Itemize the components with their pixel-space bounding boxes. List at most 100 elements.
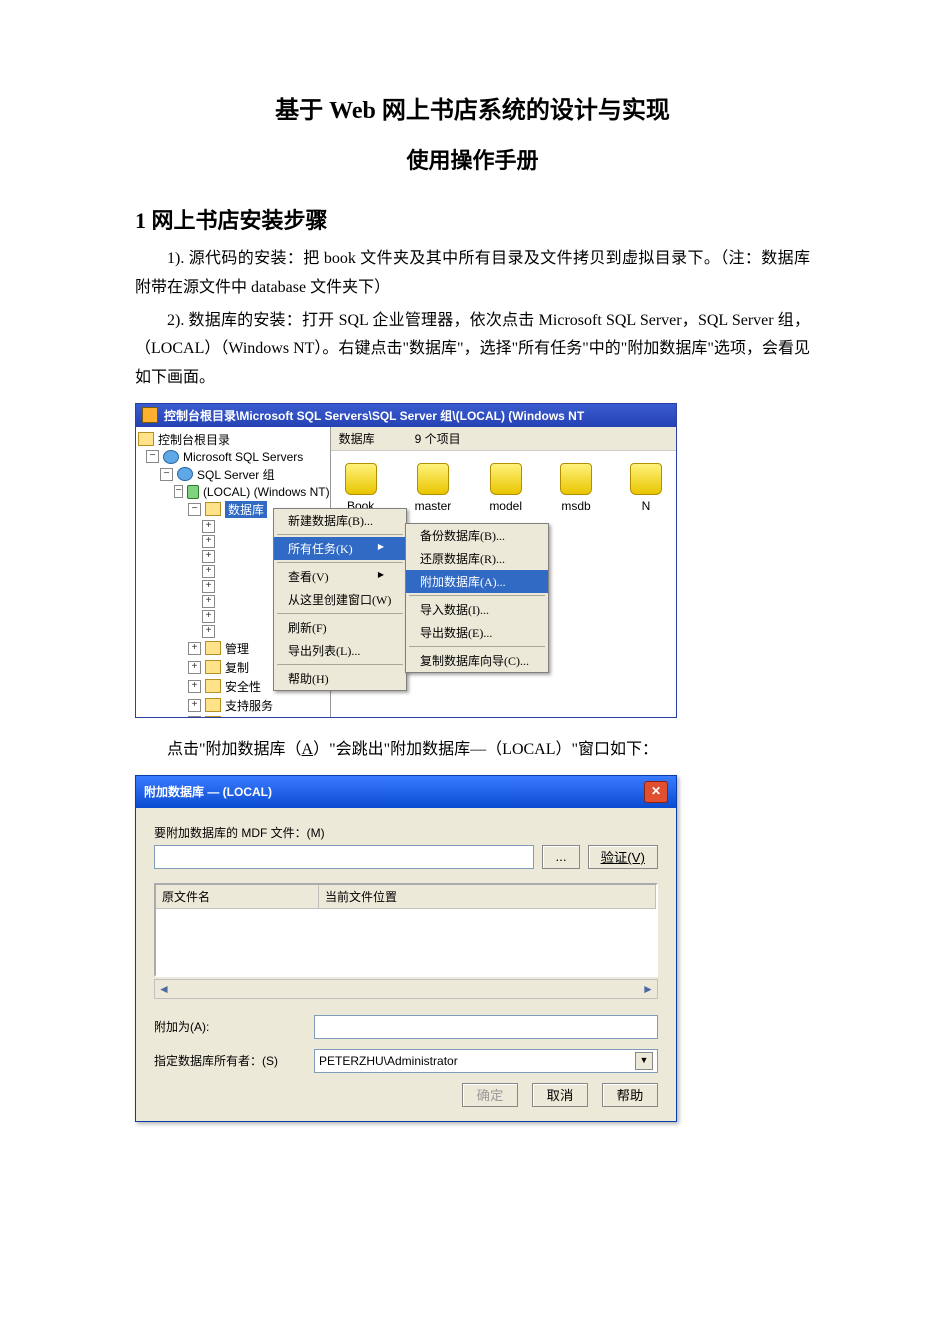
database-icon <box>560 463 592 495</box>
collapse-icon[interactable]: − <box>146 450 159 463</box>
tree-node[interactable]: 复制 <box>225 659 249 676</box>
app-icon <box>142 407 158 423</box>
doc-subtitle: 使用操作手册 <box>135 143 810 175</box>
tree-node[interactable]: 支持服务 <box>225 697 273 714</box>
figure-caption: 点击"附加数据库（A）"会跳出"附加数据库—（LOCAL）"窗口如下： <box>135 736 810 765</box>
folder-icon <box>205 679 221 693</box>
menu-all-tasks[interactable]: 所有任务(K) <box>274 537 406 560</box>
database-icon <box>490 463 522 495</box>
expand-icon[interactable]: + <box>202 520 215 533</box>
menu-attach-db[interactable]: 附加数据库(A)... <box>406 570 548 593</box>
tree-node-selected[interactable]: 数据库 <box>225 501 267 518</box>
paragraph-1: 1). 源代码的安装：把 book 文件夹及其中所有目录及文件拷贝到虚拟目录下。… <box>135 245 810 303</box>
scroll-right-icon[interactable]: ► <box>639 982 657 996</box>
expand-icon[interactable]: + <box>188 642 201 655</box>
column-current-location[interactable]: 当前文件位置 <box>319 885 656 908</box>
tree-root[interactable]: 控制台根目录 <box>158 431 230 448</box>
server-group-icon <box>163 450 179 464</box>
db-owner-label: 指定数据库所有者：(S) <box>154 1052 314 1069</box>
database-item[interactable]: N <box>630 463 662 513</box>
horizontal-scrollbar[interactable]: ◄ ► <box>154 979 658 999</box>
expand-icon[interactable]: + <box>202 580 215 593</box>
help-button[interactable]: 帮助 <box>602 1083 658 1107</box>
server-group-icon <box>177 467 193 481</box>
close-button[interactable]: ✕ <box>644 781 668 803</box>
database-item[interactable]: msdb <box>560 463 592 513</box>
scroll-left-icon[interactable]: ◄ <box>155 982 173 996</box>
browse-button[interactable]: ... <box>542 845 579 869</box>
dialog-titlebar: 附加数据库 — (LOCAL) ✕ <box>136 776 676 808</box>
doc-title: 基于 Web 网上书店系统的设计与实现 <box>135 90 810 125</box>
context-menu[interactable]: 新建数据库(B)... 所有任务(K) 查看(V) 从这里创建窗口(W) 刷新(… <box>273 508 407 691</box>
menu-separator <box>409 646 545 647</box>
ok-button[interactable]: 确定 <box>462 1083 518 1107</box>
database-label: master <box>415 499 452 513</box>
database-label: msdb <box>561 499 590 513</box>
submenu-all-tasks[interactable]: 备份数据库(B)... 还原数据库(R)... 附加数据库(A)... 导入数据… <box>405 523 549 673</box>
tree-node[interactable]: Microsoft SQL Servers <box>183 450 303 464</box>
window-title: 控制台根目录\Microsoft SQL Servers\SQL Server … <box>164 407 584 424</box>
expand-icon[interactable]: + <box>202 595 215 608</box>
expand-icon[interactable]: + <box>202 610 215 623</box>
db-owner-select[interactable]: PETERZHU\Administrator ▼ <box>314 1049 658 1073</box>
folder-icon <box>205 716 221 717</box>
menu-restore-db[interactable]: 还原数据库(R)... <box>406 547 548 570</box>
expand-icon[interactable]: + <box>188 699 201 712</box>
database-item[interactable]: model <box>489 463 522 513</box>
window-titlebar: 控制台根目录\Microsoft SQL Servers\SQL Server … <box>136 404 676 427</box>
database-label: model <box>489 499 522 513</box>
menu-import-data[interactable]: 导入数据(I)... <box>406 598 548 621</box>
expand-icon[interactable]: + <box>188 716 201 717</box>
tree-node[interactable]: 安全性 <box>225 678 261 695</box>
database-label: N <box>642 499 651 513</box>
menu-separator <box>277 613 403 614</box>
menu-separator <box>277 534 403 535</box>
cancel-button[interactable]: 取消 <box>532 1083 588 1107</box>
tree-node[interactable]: (LOCAL) (Windows NT) <box>203 485 330 499</box>
expand-icon[interactable]: + <box>202 550 215 563</box>
mdf-file-label: 要附加数据库的 MDF 文件：(M) <box>154 824 658 841</box>
folder-icon <box>205 660 221 674</box>
db-owner-value: PETERZHU\Administrator <box>319 1054 458 1068</box>
menu-help[interactable]: 帮助(H) <box>274 667 406 690</box>
database-item[interactable]: master <box>415 463 452 513</box>
menu-new-window[interactable]: 从这里创建窗口(W) <box>274 588 406 611</box>
menu-separator <box>409 595 545 596</box>
server-icon <box>187 485 198 499</box>
collapse-icon[interactable]: − <box>160 468 173 481</box>
menu-new-db[interactable]: 新建数据库(B)... <box>274 509 406 532</box>
collapse-icon[interactable]: − <box>188 503 201 516</box>
expand-icon[interactable]: + <box>188 680 201 693</box>
list-header-title: 数据库 <box>339 430 375 447</box>
section-heading-1: 1 网上书店安装步骤 <box>135 203 810 235</box>
menu-copy-db-wizard[interactable]: 复制数据库向导(C)... <box>406 649 548 672</box>
database-item[interactable]: Book <box>345 463 377 513</box>
menu-refresh[interactable]: 刷新(F) <box>274 616 406 639</box>
expand-icon[interactable]: + <box>202 535 215 548</box>
file-list-grid[interactable]: 原文件名 当前文件位置 <box>154 883 658 977</box>
list-header-count: 9 个项目 <box>415 430 461 447</box>
menu-backup-db[interactable]: 备份数据库(B)... <box>406 524 548 547</box>
expand-icon[interactable]: + <box>202 625 215 638</box>
chevron-down-icon[interactable]: ▼ <box>635 1052 653 1070</box>
folder-icon <box>205 641 221 655</box>
database-icon <box>417 463 449 495</box>
tree-node[interactable]: Meta Data Services <box>225 716 330 717</box>
tree-node[interactable]: 管理 <box>225 640 249 657</box>
expand-icon[interactable]: + <box>188 661 201 674</box>
mdf-file-input[interactable] <box>154 845 534 869</box>
column-original-name[interactable]: 原文件名 <box>156 885 319 908</box>
database-icon <box>630 463 662 495</box>
verify-button[interactable]: 验证(V) <box>588 845 658 869</box>
menu-view[interactable]: 查看(V) <box>274 565 406 588</box>
folder-icon <box>205 502 221 516</box>
collapse-icon[interactable]: − <box>174 485 183 498</box>
menu-export-list[interactable]: 导出列表(L)... <box>274 639 406 662</box>
list-header: 数据库 9 个项目 <box>331 427 676 451</box>
database-icon <box>345 463 377 495</box>
attach-as-label: 附加为(A): <box>154 1018 314 1035</box>
menu-export-data[interactable]: 导出数据(E)... <box>406 621 548 644</box>
attach-as-input[interactable] <box>314 1015 658 1039</box>
tree-node[interactable]: SQL Server 组 <box>197 466 275 483</box>
expand-icon[interactable]: + <box>202 565 215 578</box>
